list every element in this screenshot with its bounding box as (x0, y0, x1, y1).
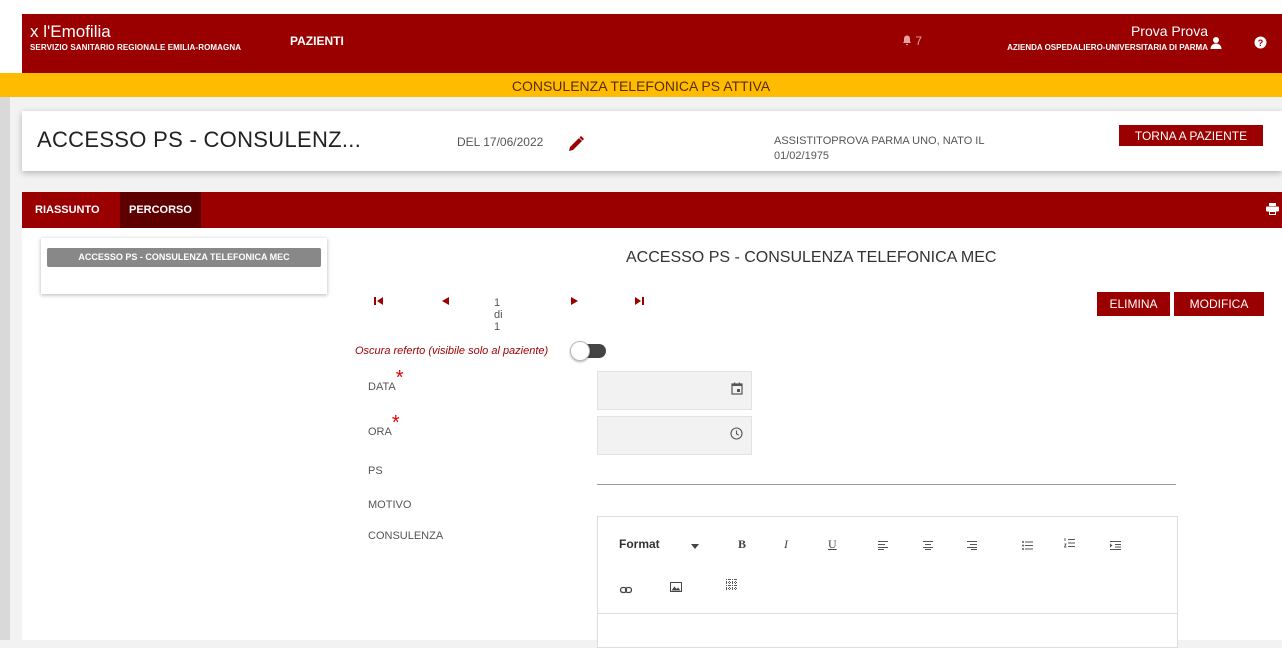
data-label: DATA* (368, 367, 404, 393)
header-card: ACCESSO PS - CONSULENZ... DEL 17/06/2022… (22, 111, 1282, 171)
notifications[interactable]: 7 (902, 34, 922, 48)
link-icon[interactable] (619, 583, 633, 598)
user-info: Prova Prova AZIENDA OSPEDALIERO-UNIVERSI… (1007, 23, 1208, 52)
bold-button[interactable]: B (738, 537, 746, 552)
help-icon[interactable]: ? (1254, 36, 1267, 54)
left-edge (0, 97, 10, 640)
bullet-list-icon[interactable] (1022, 539, 1033, 554)
nav-pazienti-link[interactable]: PAZIENTI (290, 34, 344, 48)
ps-label: PS (368, 465, 383, 477)
brand-title: x l'Emofilia (30, 22, 111, 41)
edit-button[interactable]: MODIFICA (1174, 292, 1264, 316)
editor-toolbar: Format B I U (598, 517, 1177, 614)
page-indicator: 1 di 1 (494, 297, 503, 333)
ora-label: ORA* (368, 412, 400, 438)
page-title: ACCESSO PS - CONSULENZ... (37, 127, 362, 152)
indent-icon[interactable] (1110, 539, 1121, 554)
main-content: ACCESSO PS - CONSULENZA TELEFONICA MEC A… (22, 228, 1282, 648)
last-page-icon[interactable] (634, 296, 644, 309)
status-banner: CONSULENZA TELEFONICA PS ATTIVA (0, 73, 1282, 97)
top-navbar: x l'Emofilia SERVIZIO SANITARIO REGIONAL… (22, 14, 1282, 73)
history-list: ACCESSO PS - CONSULENZA TELEFONICA MEC (41, 238, 327, 294)
patient-info: ASSISTITOPROVA PARMA UNO, NATO IL 01/02/… (774, 135, 985, 162)
back-to-patient-button[interactable]: TORNA A PAZIENTE (1119, 125, 1263, 146)
numbered-list-icon[interactable] (1063, 538, 1075, 553)
italic-button[interactable]: I (784, 537, 788, 552)
user-icon[interactable] (1210, 36, 1222, 54)
align-left-icon[interactable] (878, 539, 888, 554)
chevron-down-icon[interactable] (691, 544, 699, 549)
notifications-count: 7 (915, 34, 923, 48)
user-name: Prova Prova (1130, 23, 1208, 39)
table-icon[interactable] (726, 579, 738, 595)
align-right-icon[interactable] (967, 539, 977, 554)
required-star: * (395, 367, 404, 389)
oscura-toggle[interactable] (570, 341, 606, 361)
tab-riassunto[interactable]: RIASSUNTO (26, 192, 109, 228)
detail-title: ACCESSO PS - CONSULENZA TELEFONICA MEC (626, 249, 997, 266)
required-star: * (391, 412, 400, 434)
history-item[interactable]: ACCESSO PS - CONSULENZA TELEFONICA MEC (47, 248, 321, 267)
user-azienda: AZIENDA OSPEDALIERO-UNIVERSITARIA DI PAR… (1007, 43, 1208, 52)
clock-icon[interactable] (730, 427, 743, 445)
app-header: x l'Emofilia SERVIZIO SANITARIO REGIONAL… (0, 0, 1282, 74)
brand-subtitle: SERVIZIO SANITARIO REGIONALE EMILIA-ROMA… (30, 43, 242, 52)
pencil-icon[interactable] (567, 135, 585, 158)
consulenza-label: CONSULENZA (368, 530, 444, 542)
prev-page-icon[interactable] (440, 296, 450, 309)
tab-percorso[interactable]: PERCORSO (120, 192, 201, 228)
motivo-label: MOTIVO (368, 499, 412, 511)
record-date: DEL 17/06/2022 (457, 135, 544, 149)
toggle-knob (570, 341, 590, 361)
brand[interactable]: x l'Emofilia SERVIZIO SANITARIO REGIONAL… (30, 22, 242, 53)
banner-text: CONSULENZA TELEFONICA PS ATTIVA (511, 78, 771, 94)
format-dropdown[interactable]: Format (619, 537, 660, 551)
rich-text-editor[interactable]: Format B I U (597, 516, 1178, 648)
svg-text:?: ? (1258, 38, 1264, 48)
date-field[interactable] (597, 371, 752, 410)
align-center-icon[interactable] (923, 539, 933, 554)
ps-field[interactable] (597, 484, 1176, 485)
image-icon[interactable] (670, 581, 682, 596)
calendar-icon[interactable] (731, 382, 743, 400)
tabs-bar: RIASSUNTO PERCORSO (22, 192, 1282, 228)
oscura-label: Oscura referto (visibile solo al pazient… (355, 345, 549, 357)
bell-icon (903, 35, 911, 46)
first-page-icon[interactable] (374, 296, 384, 309)
underline-button[interactable]: U (828, 537, 837, 552)
delete-button[interactable]: ELIMINA (1097, 292, 1170, 316)
next-page-icon[interactable] (570, 296, 580, 309)
time-field[interactable] (597, 416, 752, 455)
print-icon[interactable] (1266, 202, 1279, 220)
